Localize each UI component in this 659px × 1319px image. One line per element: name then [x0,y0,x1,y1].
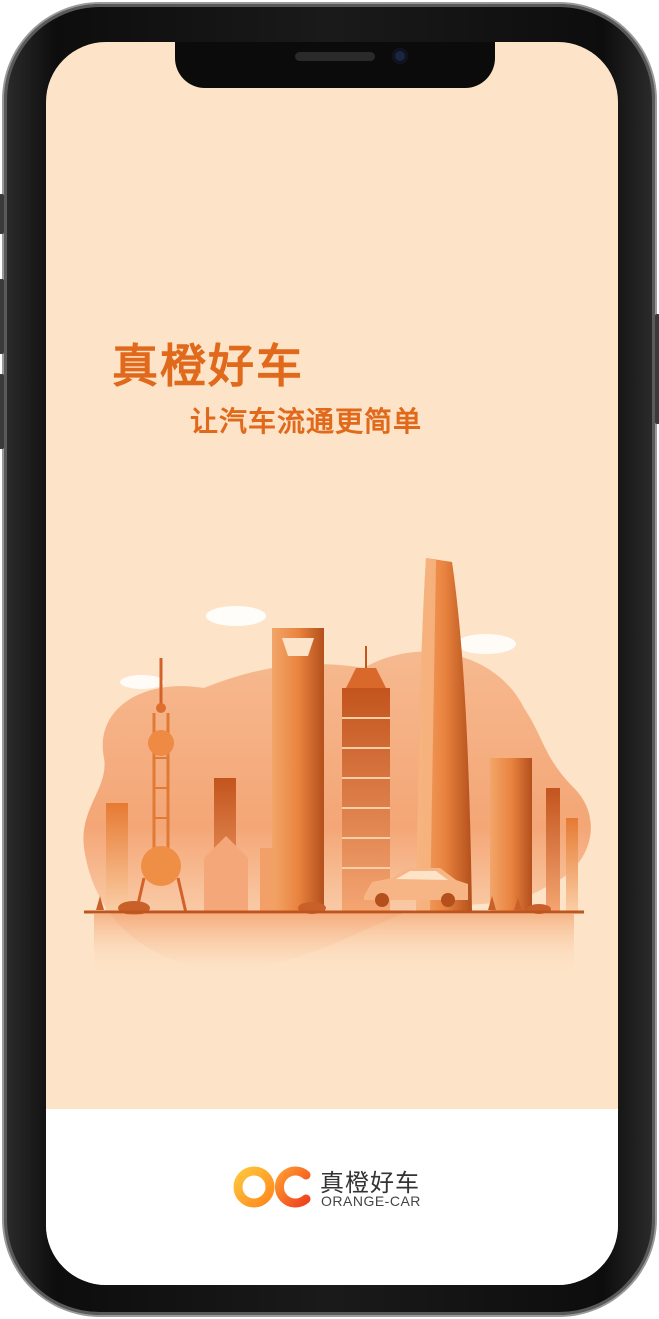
silent-switch [0,194,4,234]
footer-brand-area: 真橙好车 ORANGE-CAR [46,1109,618,1285]
water-reflection [94,914,574,974]
building [566,818,578,913]
oc-logo-icon [233,1166,311,1208]
building [106,803,128,913]
speaker-grille [295,52,375,61]
volume-down-button [0,374,4,449]
cloud [206,606,266,626]
volume-up-button [0,279,4,354]
splash-screen: 真橙好车 让汽车流通更简单 真橙好车 ORANGE-CAR [46,42,618,1285]
building [490,758,532,913]
brand-name-english: ORANGE-CAR [321,1193,421,1209]
power-button [655,314,659,424]
cloud [120,675,164,689]
building [546,788,560,913]
app-slogan: 让汽车流通更简单 [190,405,423,438]
phone-frame: 真橙好车 让汽车流通更简单 真橙好车 ORANGE-CAR [0,4,659,1315]
front-camera-icon [392,48,408,64]
notch [175,42,495,88]
skyscraper-pagoda [342,646,390,913]
city-skyline-illustration [83,558,591,974]
skyscraper-twisted [416,558,472,913]
app-title: 真橙好车 [112,339,304,393]
cloud [456,634,516,654]
brand-logo: 真橙好车 ORANGE-CAR [232,1159,442,1215]
